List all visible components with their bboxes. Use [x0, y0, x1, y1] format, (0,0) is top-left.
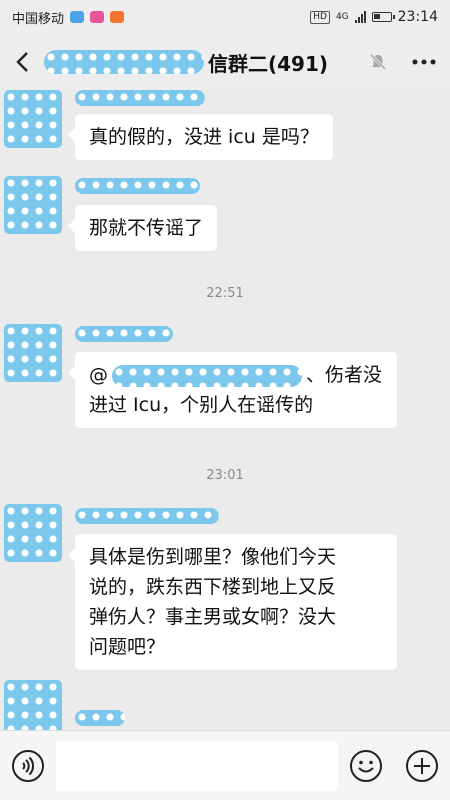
message-input[interactable] [56, 740, 338, 791]
avatar[interactable] [4, 324, 62, 382]
message-bubble[interactable]: 那就不传谣了 [67, 205, 218, 251]
message-text: 进过 Icu，个别人在谣传的 [89, 394, 314, 416]
status-bar: 中国移动 HD 4G 23:14 [0, 0, 450, 34]
voice-icon [12, 749, 44, 782]
input-bar [0, 730, 450, 800]
redacted-sender-name [75, 710, 125, 726]
bell-muted-icon [369, 53, 387, 71]
message-bubble[interactable]: 真的假的，没进 icu 是吗？ [68, 114, 333, 160]
mention-at: @ [89, 364, 108, 386]
timestamp: 22:51 [206, 286, 244, 301]
redacted-sender-name [75, 326, 173, 342]
voice-button[interactable] [0, 731, 56, 800]
redacted-sender-name [75, 508, 219, 524]
mute-indicator [358, 34, 398, 90]
more-button[interactable] [398, 34, 450, 90]
message-text: 那就不传谣了 [89, 217, 204, 239]
redacted-sender-name [75, 178, 200, 194]
blue-app-icon [70, 11, 85, 23]
redacted-sender-name [75, 90, 205, 106]
avatar[interactable] [4, 90, 62, 148]
message-bubble[interactable]: @ 、伤者没 进过 Icu，个别人在谣传的 [68, 352, 397, 428]
message-text: 、伤者没 [306, 364, 383, 386]
emoji-icon [350, 749, 382, 782]
status-right: HD 4G 23:14 [310, 9, 438, 25]
message-text: 问题吧？ [89, 636, 166, 658]
back-arrow-icon [16, 52, 28, 72]
more-dots-icon [412, 59, 436, 65]
hd-badge: HD [310, 10, 330, 24]
page-title: 信群二(491) [208, 51, 329, 76]
message-line: @ 、伤者没 [89, 360, 383, 390]
chat-title-area[interactable]: 信群二(491) [44, 48, 358, 77]
avatar[interactable] [4, 176, 62, 234]
message-text: 具体是伤到哪里？像他们今天 [89, 546, 337, 568]
status-left: 中国移动 [12, 8, 125, 27]
timestamp: 23:01 [206, 468, 244, 483]
pink-app-icon [90, 11, 105, 23]
chat-header: 信群二(491) [0, 34, 450, 90]
redacted-mention [112, 364, 302, 387]
clock: 23:14 [397, 9, 438, 25]
signal-icon [354, 11, 366, 23]
more-functions-button[interactable] [394, 731, 450, 800]
battery-icon [371, 12, 395, 22]
network-label: 4G [335, 12, 349, 22]
orange-app-icon [110, 11, 125, 23]
back-button[interactable] [0, 34, 44, 90]
message-bubble[interactable]: 具体是伤到哪里？像他们今天 说的，跌东西下楼到地上又反 弹伤人？事主男或女啊？没… [68, 534, 397, 670]
avatar[interactable] [4, 504, 62, 562]
emoji-button[interactable] [338, 731, 394, 800]
redacted-group-name [44, 50, 204, 74]
message-text: 真的假的，没进 icu 是吗？ [89, 126, 319, 148]
message-list[interactable]: 真的假的，没进 icu 是吗？ 那就不传谣了 22:51 @ 、伤者没 进过 Ic… [0, 90, 450, 730]
avatar[interactable] [4, 680, 62, 730]
message-text: 弹伤人？事主男或女啊？没大 [89, 606, 337, 628]
carrier-label: 中国移动 [12, 11, 65, 27]
plus-icon [406, 749, 438, 782]
message-text: 说的，跌东西下楼到地上又反 [89, 576, 337, 598]
